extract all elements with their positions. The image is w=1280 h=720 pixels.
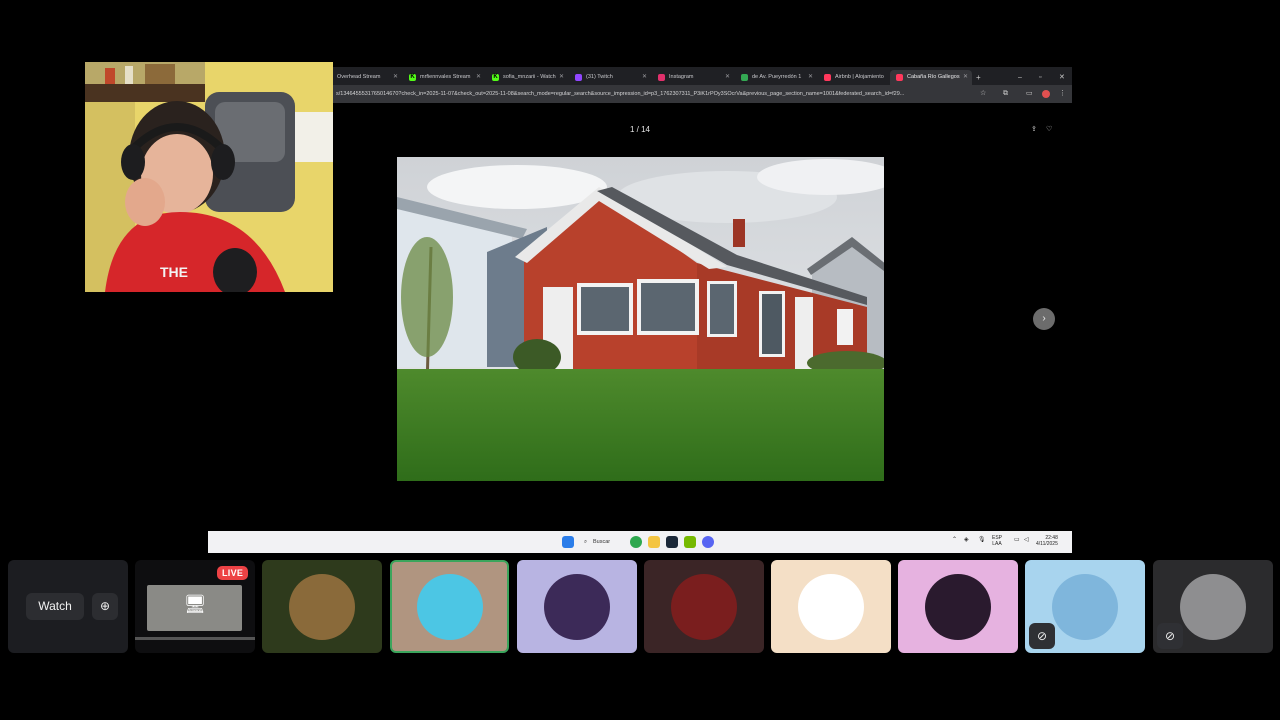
url-field[interactable]: s/1346455531765014670?check_in=2025-11-0…	[336, 89, 976, 99]
tab-favicon-icon	[824, 74, 831, 81]
participant-tile[interactable]	[517, 560, 637, 653]
participant-tile[interactable]	[771, 560, 891, 653]
anime-avatar	[925, 573, 991, 640]
window-close-icon[interactable]: ✕	[1059, 70, 1065, 85]
man-blue-shirt-avatar	[1052, 573, 1118, 640]
browser-tab-active[interactable]: Cabaña Río Gallegos ✕	[890, 70, 972, 85]
live-stream-tile[interactable]: 🖥 LIVE	[135, 560, 255, 653]
photo-gallery: 1 / 14 ⇪ ♡ ›	[208, 103, 1072, 531]
deafened-icon: ⊘	[1157, 623, 1183, 649]
maximize-icon[interactable]: ▫	[1039, 70, 1041, 85]
participant-tile[interactable]: ⊘	[1025, 560, 1145, 653]
taskbar-search-icon: ⌕	[584, 539, 588, 545]
next-photo-button[interactable]: ›	[1033, 308, 1055, 330]
browser-tab[interactable]: Ksofia_mnzarii - Watch ✕	[486, 70, 568, 85]
tab-close-icon[interactable]: ✕	[393, 70, 398, 85]
windows-start-icon[interactable]	[562, 536, 574, 548]
volume-icon[interactable]: ◁	[1024, 536, 1029, 543]
new-tab-icon[interactable]: +	[976, 70, 981, 85]
browser-tab[interactable]: Kmrfiennvales Stream ✕	[403, 70, 485, 85]
share-icon[interactable]: ⇪	[1031, 125, 1037, 133]
tab-close-icon[interactable]: ✕	[559, 70, 564, 85]
tab-favicon-icon	[896, 74, 903, 81]
red-ninja-avatar	[671, 573, 737, 640]
stream-preview-bar	[135, 637, 255, 640]
profile-avatar-icon[interactable]	[1042, 90, 1050, 98]
browser-tab[interactable]: Airbnb | Alojamiento✕	[818, 70, 900, 85]
participant-tile[interactable]	[262, 560, 382, 653]
browser-menu-icon[interactable]: ⋮	[1059, 89, 1066, 99]
minimize-icon[interactable]: –	[1018, 70, 1022, 85]
extensions-icon[interactable]: ⧉	[1003, 89, 1008, 99]
live-badge: LIVE	[217, 566, 249, 580]
tab-close-icon[interactable]: ✕	[725, 70, 730, 85]
game-character-avatar	[544, 573, 610, 640]
tab-close-icon[interactable]: ✕	[476, 70, 481, 85]
participant-tile[interactable]	[898, 560, 1018, 653]
tab-favicon-icon	[741, 74, 748, 81]
tab-favicon-icon: K	[409, 74, 416, 81]
photo-counter: 1 / 14	[629, 125, 650, 134]
streamer-webcam: THE	[85, 62, 333, 292]
browser-tab[interactable]: Instagram ✕	[652, 70, 734, 85]
blue-hair-avatar	[416, 573, 483, 640]
chrome-icon[interactable]	[630, 536, 642, 548]
network-icon[interactable]: ▭	[1014, 536, 1020, 543]
file-explorer-icon[interactable]	[648, 536, 660, 548]
taskbar-clock[interactable]: 22:48 4/11/2025	[1036, 535, 1058, 547]
deafened-icon: ⊘	[1029, 623, 1055, 649]
discord-call-view: Overhead Stream ✕ Kmrfiennvales Stream ✕ K…	[0, 0, 1280, 720]
webcam-video: THE	[85, 62, 333, 292]
bookmark-star-icon[interactable]: ☆	[980, 89, 986, 99]
participant-tile-speaking[interactable]	[390, 560, 509, 653]
owl-fantasy-avatar	[289, 573, 355, 640]
heart-icon[interactable]: ♡	[1046, 125, 1052, 133]
nvidia-icon[interactable]	[684, 536, 696, 548]
red-house-image	[397, 157, 884, 481]
discord-icon[interactable]	[702, 536, 714, 548]
tray-chevron-icon[interactable]: ⌃	[952, 536, 957, 543]
tab-favicon-icon: K	[492, 74, 499, 81]
svg-text:THE: THE	[160, 264, 188, 280]
popout-icon: ⊕	[99, 599, 111, 613]
house-photo	[397, 157, 884, 481]
watch-stream-button[interactable]: Watch	[26, 593, 84, 620]
microphone-icon[interactable]: 🎙	[978, 536, 986, 543]
popout-stream-button[interactable]: ⊕	[92, 593, 118, 620]
tray-app-icon[interactable]: ◈	[964, 536, 969, 543]
tab-favicon-icon	[658, 74, 665, 81]
tab-close-icon[interactable]: ✕	[808, 70, 813, 85]
tab-favicon-icon	[575, 74, 582, 81]
steam-icon[interactable]	[666, 536, 678, 548]
browser-tab[interactable]: (31) Twitch ✕	[569, 70, 651, 85]
browser-addressbar: s/1346455531765014670?check_in=2025-11-0…	[208, 85, 1072, 103]
tab-close-icon[interactable]: ✕	[642, 70, 647, 85]
browser-tabbar: Overhead Stream ✕ Kmrfiennvales Stream ✕ K…	[208, 67, 1072, 85]
windows-taskbar: ⌕ Buscar ⌃ ◈ 🎙 ESP LAA ▭ ◁ 22:48 4/11/2025	[208, 531, 1072, 553]
taskbar-search[interactable]: ⌕ Buscar	[582, 535, 622, 549]
cast-icon[interactable]: ▭	[1026, 89, 1033, 99]
keyboard-language[interactable]: ESP LAA	[992, 535, 1002, 547]
shared-screen[interactable]: Overhead Stream ✕ Kmrfiennvales Stream ✕ K…	[208, 67, 1072, 553]
browser-tab[interactable]: de Av. Pueyrredón 1 ✕	[735, 70, 817, 85]
cartoon-teacher-avatar	[798, 573, 864, 640]
screen-share-icon: 🖥	[183, 594, 207, 614]
tab-close-icon[interactable]: ✕	[963, 70, 968, 85]
stream-watch-tile[interactable]: Watch ⊕	[8, 560, 128, 653]
participant-tile[interactable]	[644, 560, 764, 653]
participant-tile[interactable]: ⊘	[1153, 560, 1273, 653]
koala-avatar	[1180, 573, 1246, 640]
